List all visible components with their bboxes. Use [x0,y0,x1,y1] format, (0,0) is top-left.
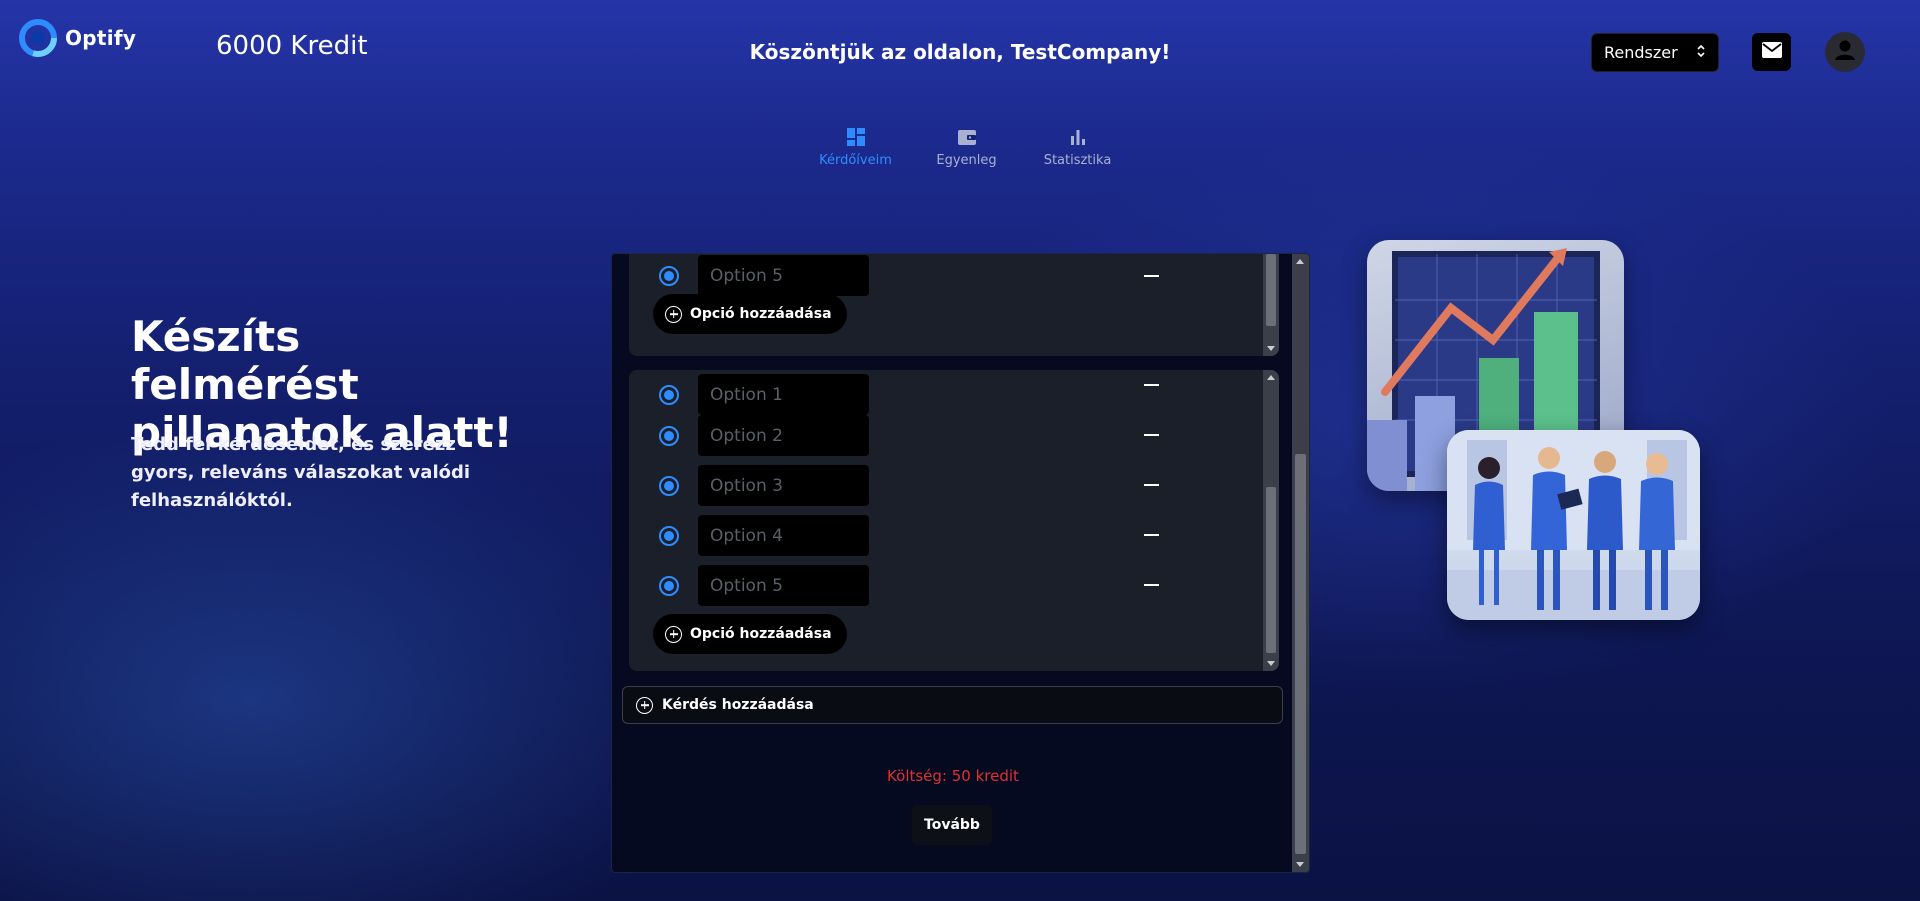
scrollbar[interactable] [1263,370,1279,671]
add-option-button[interactable]: Opció hozzáadása [653,294,847,334]
panel-scrollbar[interactable] [1292,254,1309,872]
radio-button[interactable] [659,475,679,496]
scroll-up-icon[interactable] [1296,259,1304,264]
radio-button[interactable] [659,384,679,405]
option-input[interactable]: Option 1 [698,374,869,415]
option-row: Option 2 [659,415,869,456]
option-input[interactable]: Option 3 [698,465,869,506]
scroll-thumb[interactable] [1295,454,1306,854]
add-question-button[interactable]: Kérdés hozzáadása [622,686,1283,724]
scroll-down-icon[interactable] [1267,346,1275,351]
main-nav: Kérdőíveim Egyenleg Statisztika [800,126,1133,168]
remove-option-icon[interactable] [1144,534,1159,536]
scroll-down-icon[interactable] [1267,661,1275,666]
scroll-thumb[interactable] [1266,487,1276,653]
scroll-down-icon[interactable] [1296,862,1304,867]
add-option-label: Opció hozzáadása [690,626,832,642]
tab-kerdoiveim[interactable]: Kérdőíveim [800,126,911,168]
remove-option-icon[interactable] [1144,275,1159,277]
tab-label: Egyenleg [936,153,997,168]
radio-button[interactable] [659,265,679,286]
option-input[interactable]: Option 5 [698,565,869,606]
cost-label: Költség: 50 kredit [887,767,1019,785]
radio-button[interactable] [659,425,679,446]
option-row: Option 1 [659,374,869,415]
tab-statisztika[interactable]: Statisztika [1022,126,1133,168]
system-select[interactable]: Rendszer [1591,33,1719,72]
remove-option-icon[interactable] [1144,584,1159,586]
option-row: Option 3 [659,465,869,506]
add-question-label: Kérdés hozzáadása [662,697,814,713]
radio-button[interactable] [659,575,679,596]
add-circle-icon [636,696,653,714]
business-team-illustration [1447,430,1700,620]
next-button[interactable]: Tovább [912,805,992,845]
scroll-up-icon[interactable] [1267,375,1275,380]
option-input[interactable]: Option 2 [698,415,869,456]
bar-chart-icon [1070,130,1085,145]
tab-label: Statisztika [1043,153,1112,168]
scrollbar[interactable] [1263,254,1279,356]
updown-chevron-icon [1696,43,1706,63]
option-input[interactable]: Option 4 [698,515,869,556]
question-card: Option 1 Option 2 Option 3 Option 4 Opti… [629,370,1279,671]
dashboard-icon [846,128,865,146]
remove-option-icon[interactable] [1144,484,1159,486]
add-circle-icon [665,625,682,643]
tab-egyenleg[interactable]: Egyenleg [911,126,1022,168]
add-circle-icon [665,305,682,323]
add-option-button[interactable]: Opció hozzáadása [653,614,847,654]
radio-button[interactable] [659,525,679,546]
survey-form-panel: Option 5 Opció hozzáadása Option 1 Optio… [611,253,1310,873]
tab-label: Kérdőíveim [819,153,892,168]
mail-button[interactable] [1752,33,1791,71]
remove-option-icon[interactable] [1144,384,1159,386]
option-row: Option 5 [659,255,869,296]
user-icon [1831,36,1859,68]
option-row: Option 5 [659,565,869,606]
option-input[interactable]: Option 5 [698,255,869,296]
system-select-value: Rendszer [1604,43,1678,62]
mail-icon [1761,42,1782,62]
user-avatar-button[interactable] [1825,32,1865,72]
question-card: Option 5 Opció hozzáadása [629,254,1279,356]
remove-option-icon[interactable] [1144,434,1159,436]
option-row: Option 4 [659,515,869,556]
scroll-thumb[interactable] [1266,254,1276,326]
add-option-label: Opció hozzáadása [690,306,832,322]
hero-subtitle: Tedd fel kérdéseidet, és szerezz gyors, … [131,434,471,511]
wallet-icon [957,130,976,145]
